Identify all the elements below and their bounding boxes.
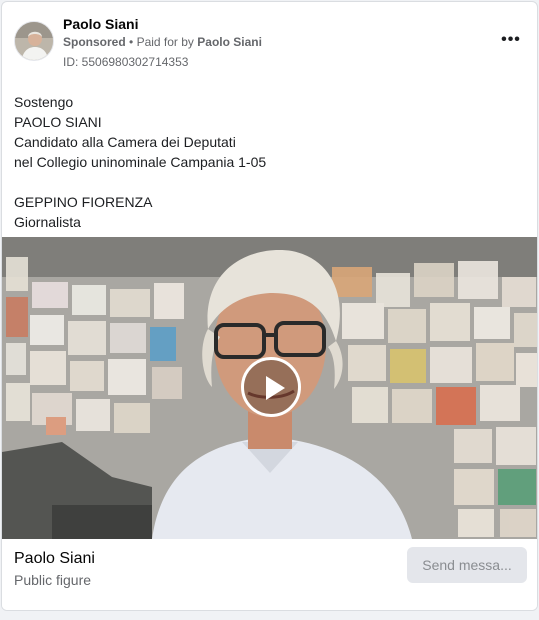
post-footer: Paolo Siani Public figure Send messa...: [2, 539, 537, 610]
sponsored-label: Sponsored: [63, 35, 126, 49]
post-header: Paolo Siani Sponsored • Paid for by Paol…: [2, 2, 537, 78]
paid-for-name: Paolo Siani: [197, 35, 262, 49]
body-line: Sostengo: [14, 94, 74, 110]
body-line: GEPPINO FIORENZA: [14, 194, 153, 210]
video-player[interactable]: [2, 237, 537, 539]
footer-page-name[interactable]: Paolo Siani: [14, 550, 95, 568]
body-line: nel Collegio uninominale Campania 1-05: [14, 154, 267, 170]
more-horizontal-icon: •••: [501, 31, 521, 48]
body-line: Candidato alla Camera dei Deputati: [14, 134, 236, 150]
separator-dot: •: [129, 35, 134, 49]
body-line: PAOLO SIANI: [14, 114, 102, 130]
paid-for-prefix: Paid for by: [136, 35, 194, 49]
avatar[interactable]: [14, 21, 54, 61]
post-body-text: Sostengo PAOLO SIANI Candidato alla Came…: [14, 92, 524, 232]
footer-page-category: Public figure: [14, 572, 92, 588]
sponsored-post-card: Paolo Siani Sponsored • Paid for by Paol…: [1, 1, 538, 611]
ad-id: ID: 5506980302714353: [63, 55, 189, 69]
body-line: Giornalista: [14, 214, 81, 230]
send-message-button[interactable]: Send messa...: [407, 547, 527, 583]
more-options-button[interactable]: •••: [499, 30, 523, 54]
sponsored-info: Sponsored • Paid for by Paolo Siani: [63, 35, 262, 49]
play-icon: [266, 376, 285, 400]
body-line: [14, 172, 524, 192]
play-button[interactable]: [241, 357, 301, 417]
avatar-image: [15, 22, 53, 60]
page-name[interactable]: Paolo Siani: [63, 16, 138, 32]
